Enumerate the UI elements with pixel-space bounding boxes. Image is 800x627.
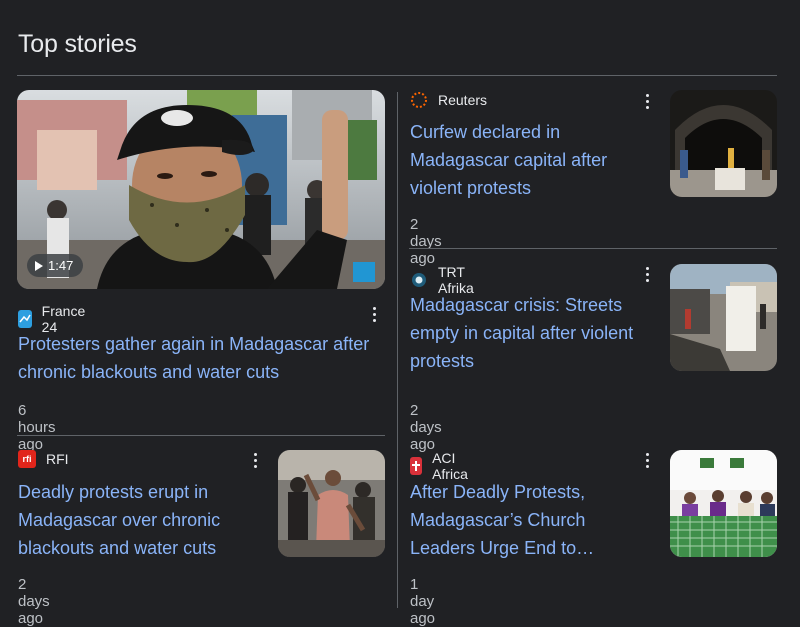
tunnel-image (670, 90, 777, 197)
source-name: RFI (46, 451, 69, 467)
aci-africa-logo-icon (410, 457, 423, 475)
story-timestamp: 2 days ago (18, 576, 50, 627)
story-headline[interactable]: Protesters gather again in Madagascar af… (18, 330, 390, 386)
story-headline[interactable]: After Deadly Protests, Madagascar’s Chur… (410, 478, 650, 562)
more-options-icon[interactable] (639, 450, 655, 470)
church-leaders-image (670, 450, 777, 557)
story-thumbnail[interactable] (670, 264, 777, 371)
story-divider (409, 248, 777, 249)
section-divider (17, 75, 777, 76)
source-name: Reuters (438, 92, 488, 108)
story-headline[interactable]: Curfew declared in Madagascar capital af… (410, 118, 650, 202)
video-duration-badge: 1:47 (27, 254, 84, 277)
reuters-logo-icon (410, 91, 428, 109)
story-thumbnail[interactable] (670, 450, 777, 557)
more-options-icon[interactable] (639, 264, 655, 284)
story-timestamp: 2 days ago (410, 402, 442, 453)
column-divider (397, 92, 398, 608)
story-headline[interactable]: Madagascar crisis: Streets empty in capi… (410, 291, 660, 375)
video-duration: 1:47 (48, 258, 74, 273)
story-source: Reuters (410, 91, 487, 109)
story-thumbnail[interactable] (670, 90, 777, 197)
section-title: Top stories (18, 30, 137, 58)
story-video-thumbnail[interactable]: 1:47 (17, 90, 385, 289)
story-timestamp: 2 days ago (410, 216, 442, 267)
rfi-logo-icon: rfi (18, 450, 36, 468)
story-timestamp: 1 day ago (410, 576, 436, 627)
more-options-icon[interactable] (247, 450, 263, 470)
crowd-image (278, 450, 385, 557)
street-debris-image (670, 264, 777, 371)
trt-logo-icon (410, 271, 428, 289)
france24-logo-icon (18, 310, 32, 328)
more-options-icon[interactable] (639, 91, 655, 111)
story-headline[interactable]: Deadly protests erupt in Madagascar over… (18, 478, 250, 562)
more-options-icon[interactable] (366, 304, 382, 324)
story-timestamp: 6 hours ago (18, 402, 56, 453)
play-icon (35, 260, 43, 271)
story-thumbnail[interactable] (278, 450, 385, 557)
story-divider (17, 435, 385, 436)
story-source: rfi RFI (18, 450, 69, 468)
